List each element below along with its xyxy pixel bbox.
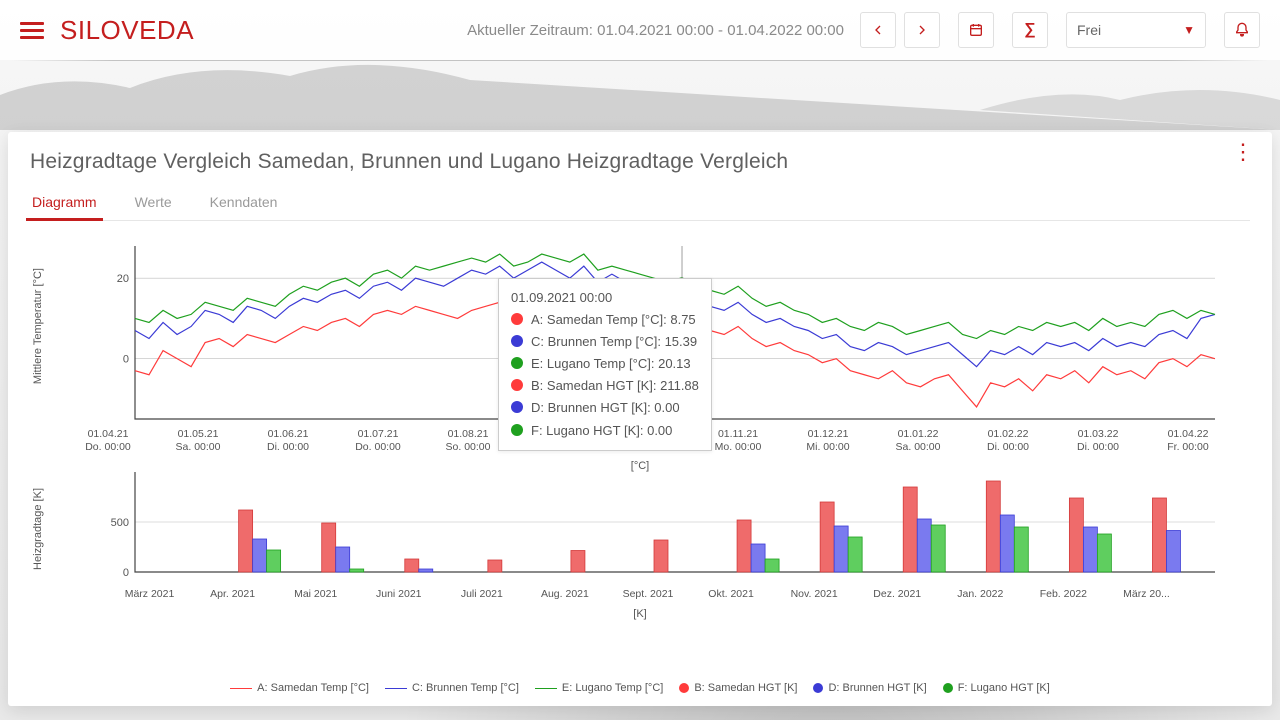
xaxis-tick: 01.05.21Sa. 00:00 <box>163 428 233 453</box>
tab-diagramm[interactable]: Diagramm <box>30 186 99 220</box>
xaxis-tick: Mai 2021 <box>281 588 351 600</box>
xaxis-tick: 01.06.21Di. 00:00 <box>253 428 323 453</box>
chevron-down-icon: ▼ <box>1183 23 1195 37</box>
xaxis-tick: März 20... <box>1111 588 1181 600</box>
xaxis-tick: 01.07.21Do. 00:00 <box>343 428 413 453</box>
sigma-icon: ∑ <box>1024 21 1035 39</box>
xaxis-tick: Jan. 2022 <box>945 588 1015 600</box>
tab-kenndaten[interactable]: Kenndaten <box>208 186 280 220</box>
mode-select[interactable]: Frei ▼ <box>1066 12 1206 48</box>
card-options-button[interactable]: ⋮ <box>1232 148 1254 157</box>
xaxis-tick: 01.02.22Di. 00:00 <box>973 428 1043 453</box>
svg-text:500: 500 <box>111 517 129 529</box>
chart-legend: A: Samedan Temp [°C] C: Brunnen Temp [°C]… <box>8 682 1272 694</box>
legend-item[interactable]: F: Lugano HGT [K] <box>943 682 1050 694</box>
svg-text:0: 0 <box>123 567 129 579</box>
xaxis-tick: Aug. 2021 <box>530 588 600 600</box>
tab-werte[interactable]: Werte <box>133 186 174 220</box>
notifications-button[interactable] <box>1224 12 1260 48</box>
xaxis-tick: März 2021 <box>115 588 185 600</box>
xaxis-tick: Feb. 2022 <box>1028 588 1098 600</box>
xaxis-tick: Juli 2021 <box>447 588 517 600</box>
xaxis-tick: 01.01.22Sa. 00:00 <box>883 428 953 453</box>
chart-tooltip: 01.09.2021 00:00 A: Samedan Temp [°C]: 8… <box>498 278 712 451</box>
sigma-button[interactable]: ∑ <box>1012 12 1048 48</box>
time-range-display: Aktueller Zeitraum: 01.04.2021 00:00 - 0… <box>467 22 844 39</box>
prev-range-button[interactable] <box>860 12 896 48</box>
xaxis-tick: Juni 2021 <box>364 588 434 600</box>
tooltip-title: 01.09.2021 00:00 <box>511 287 699 309</box>
xaxis-tick: Okt. 2021 <box>696 588 766 600</box>
more-icon: ⋮ <box>1232 148 1254 157</box>
xaxis-tick: Sept. 2021 <box>613 588 683 600</box>
xaxis-tick: Nov. 2021 <box>779 588 849 600</box>
xaxis-tick: 01.04.21Do. 00:00 <box>73 428 143 453</box>
xaxis-tick: Apr. 2021 <box>198 588 268 600</box>
legend-item[interactable]: A: Samedan Temp [°C] <box>230 682 369 694</box>
xaxis-tick: 01.12.21Mi. 00:00 <box>793 428 863 453</box>
card-title: Heizgradtage Vergleich Samedan, Brunnen … <box>30 150 1250 174</box>
bar-chart[interactable]: 0 500 <box>38 468 1242 586</box>
xaxis-tick: 01.11.21Mo. 00:00 <box>703 428 773 453</box>
next-range-button[interactable] <box>904 12 940 48</box>
xaxis-tick: 01.08.21So. 00:00 <box>433 428 503 453</box>
xaxis-tick: Dez. 2021 <box>862 588 932 600</box>
brand-logo: SILOVEDA <box>60 15 194 46</box>
xaxis-tick: 01.04.22Fr. 00:00 <box>1153 428 1223 453</box>
legend-item[interactable]: C: Brunnen Temp [°C] <box>385 682 519 694</box>
svg-text:0: 0 <box>123 354 129 366</box>
svg-text:20: 20 <box>117 273 129 285</box>
calendar-button[interactable] <box>958 12 994 48</box>
xaxis-tick: 01.03.22Di. 00:00 <box>1063 428 1133 453</box>
menu-button[interactable] <box>20 22 44 39</box>
legend-item[interactable]: E: Lugano Temp [°C] <box>535 682 663 694</box>
legend-item[interactable]: D: Brunnen HGT [K] <box>813 682 926 694</box>
legend-item[interactable]: B: Samedan HGT [K] <box>679 682 797 694</box>
xaxis-label-bottom: [K] <box>633 608 646 620</box>
mode-select-value: Frei <box>1077 22 1101 38</box>
